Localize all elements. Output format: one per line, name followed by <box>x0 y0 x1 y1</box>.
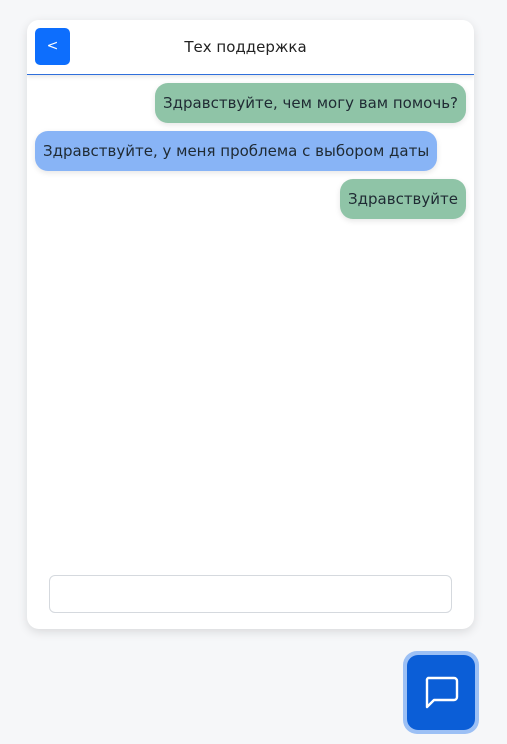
user-message: Здравствуйте, у меня проблема с выбором … <box>35 131 438 171</box>
support-message: Здравствуйте, чем могу вам помочь? <box>155 83 466 123</box>
open-chat-button[interactable] <box>407 655 475 730</box>
support-message: Здравствуйте <box>340 179 466 219</box>
support-chat-window: < Тех поддержка Здравствуйте, чем могу в… <box>27 20 474 629</box>
message-input[interactable] <box>49 575 452 613</box>
chat-header: < Тех поддержка <box>27 20 474 75</box>
chat-title: Тех поддержка <box>184 38 307 56</box>
chat-bubble-icon <box>425 676 459 709</box>
back-button[interactable]: < <box>35 28 70 65</box>
